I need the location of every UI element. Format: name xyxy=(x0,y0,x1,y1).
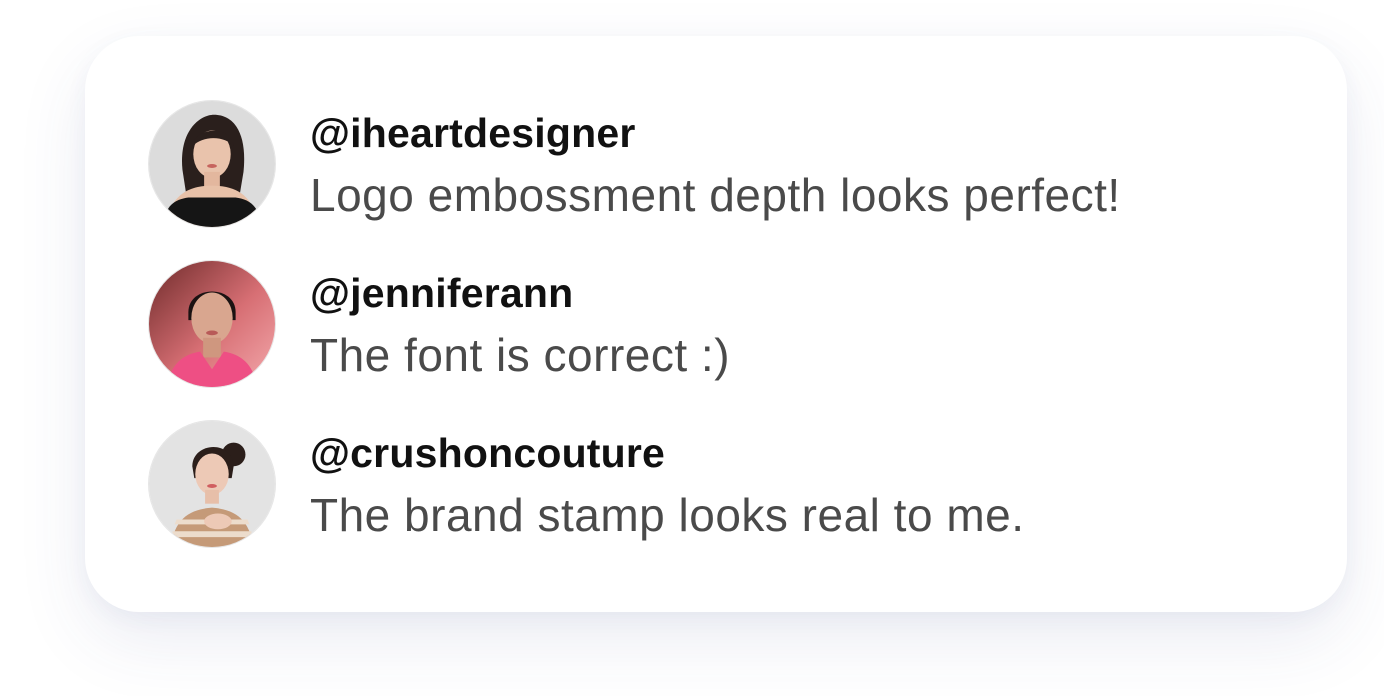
comment-item: @jenniferann The font is correct :) xyxy=(148,260,1328,390)
comment-item: @iheartdesigner Logo embossment depth lo… xyxy=(148,100,1328,230)
comment-text: The brand stamp looks real to me. xyxy=(310,489,1025,541)
avatar[interactable] xyxy=(148,260,276,388)
comment-username[interactable]: @jenniferann xyxy=(310,270,573,317)
user-avatar-icon xyxy=(149,421,275,547)
comment-username[interactable]: @iheartdesigner xyxy=(310,110,636,157)
avatar[interactable] xyxy=(148,420,276,548)
user-avatar-icon xyxy=(149,261,275,387)
comment-item: @crushoncouture The brand stamp looks re… xyxy=(148,420,1328,550)
comment-text: Logo embossment depth looks perfect! xyxy=(310,169,1121,221)
user-avatar-icon xyxy=(149,101,275,227)
comments-card: @iheartdesigner Logo embossment depth lo… xyxy=(85,36,1347,612)
comment-text: The font is correct :) xyxy=(310,329,731,381)
comment-username[interactable]: @crushoncouture xyxy=(310,430,665,477)
avatar[interactable] xyxy=(148,100,276,228)
